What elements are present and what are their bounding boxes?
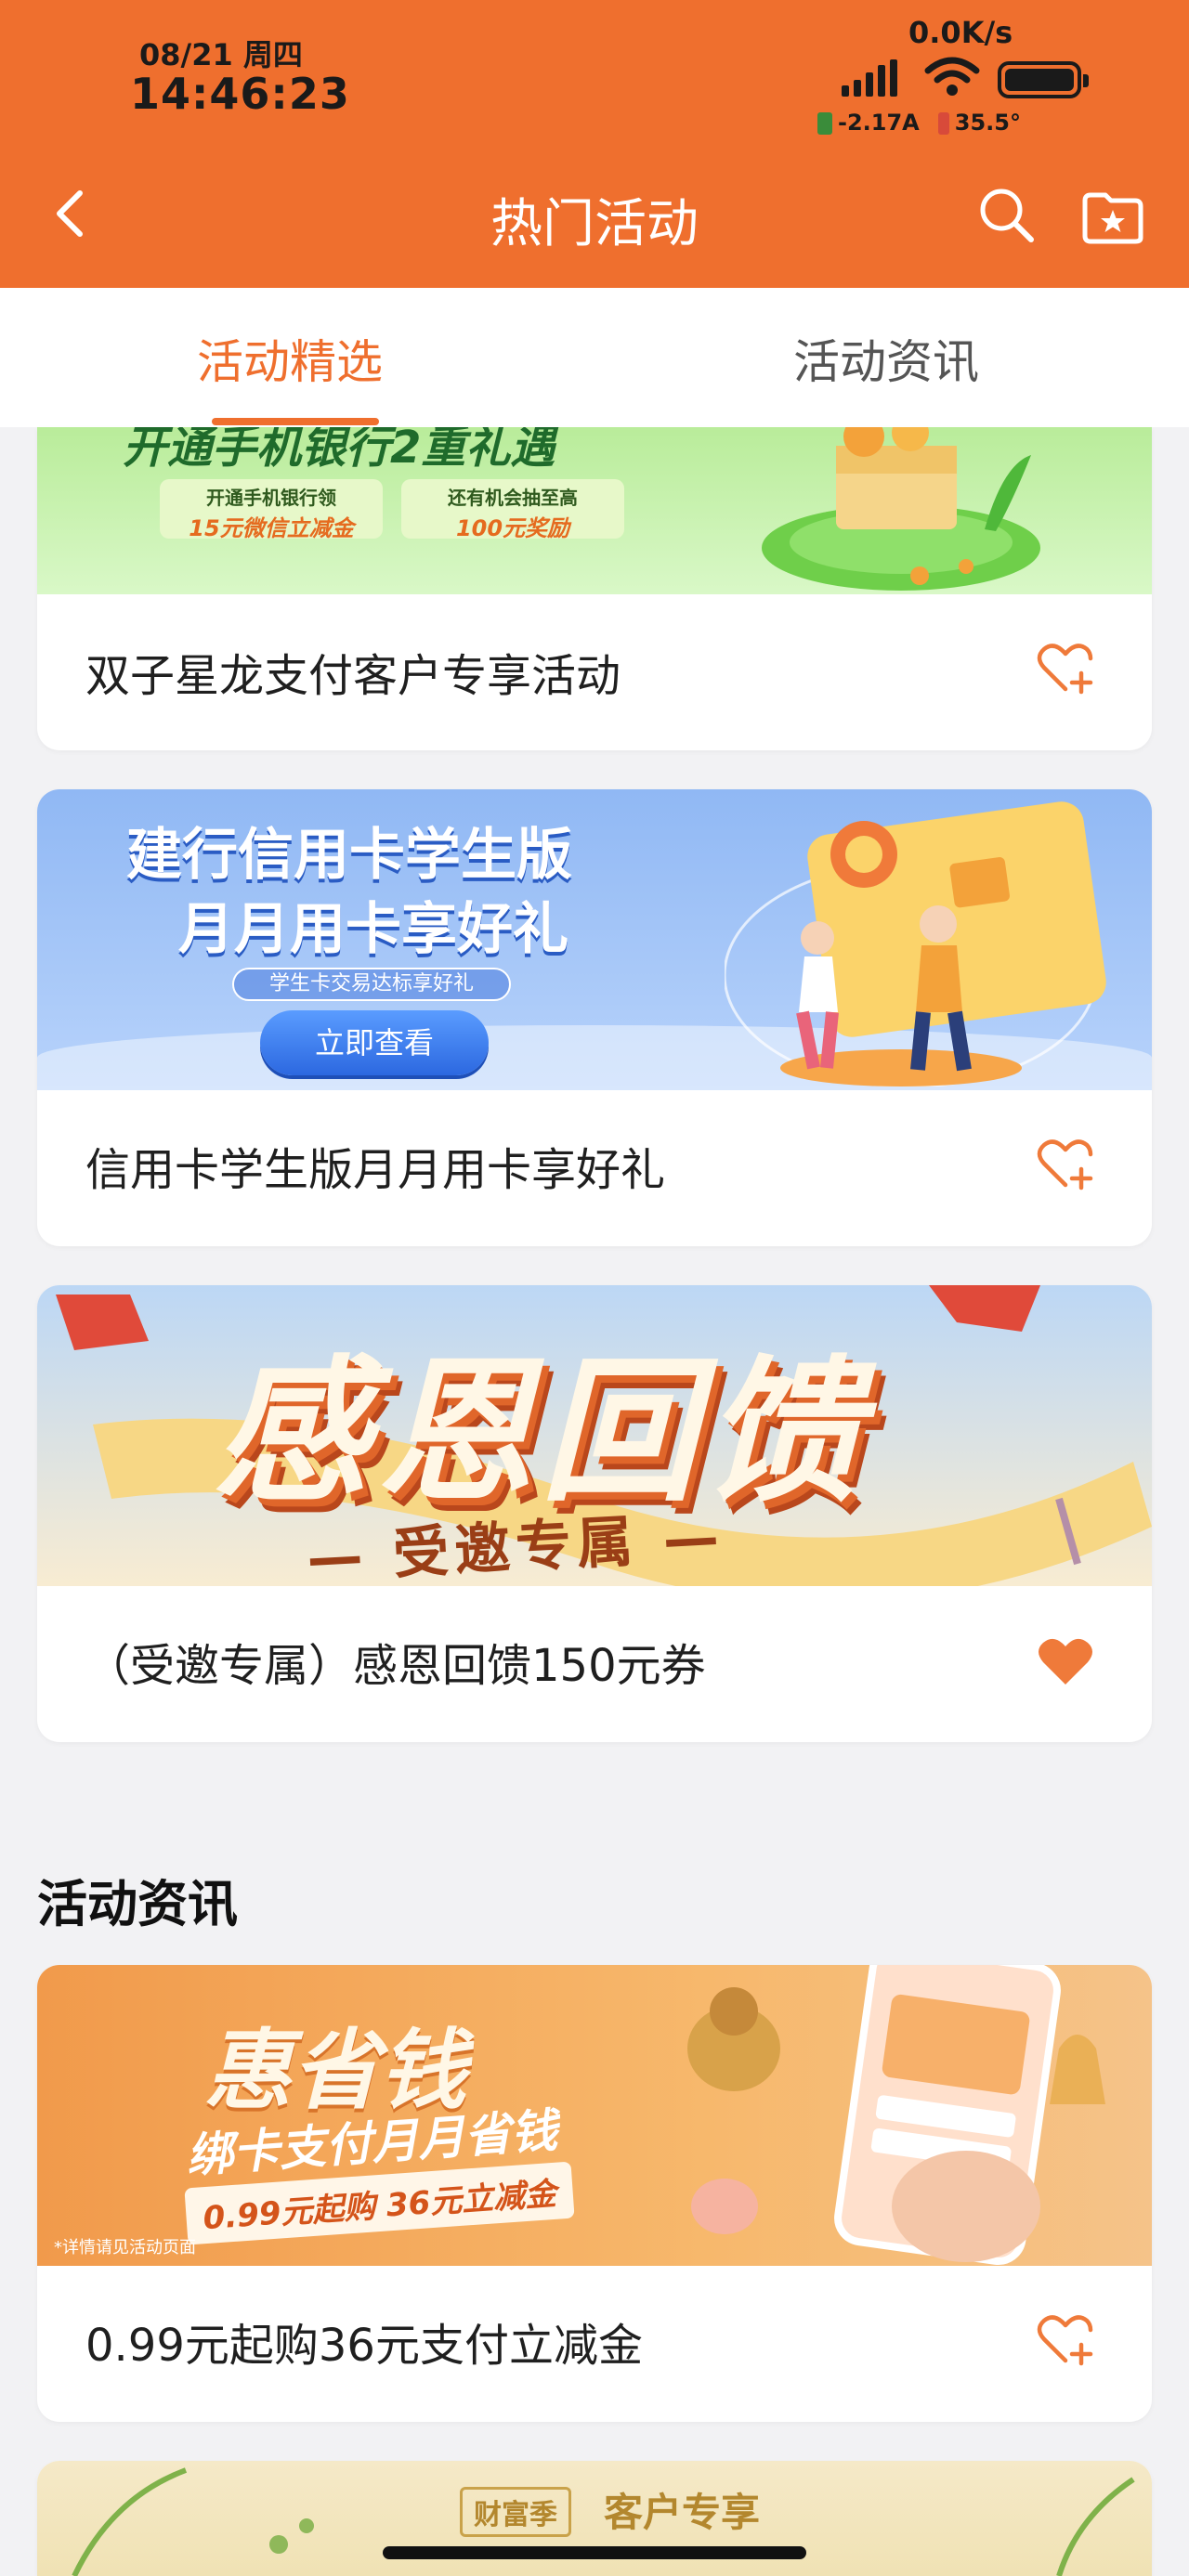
active-tab-indicator: [212, 418, 379, 425]
activity-title: （受邀专属）感恩回馈150元券: [85, 1640, 706, 1692]
battery-current: -2.17A: [817, 110, 920, 136]
home-indicator[interactable]: [383, 2546, 806, 2559]
banner-headline: 建行信用卡学生版: [126, 823, 572, 888]
favorite-outline-icon[interactable]: [1037, 1138, 1094, 1190]
news-banner: 惠省钱 绑卡支付月月省钱 0.99元起购 36元立减金 *详情请见活动页面: [37, 1965, 1152, 2266]
network-speed: 0.0K/s: [908, 15, 1013, 50]
tab-bar: 活动精选 活动资讯: [0, 288, 1189, 427]
news-card[interactable]: 惠省钱 绑卡支付月月省钱 0.99元起购 36元立减金 *详情请见活动页面 0.…: [37, 1965, 1152, 2422]
banner-promo-value: 15元微信立减金: [189, 515, 354, 541]
tab-featured[interactable]: 活动精选: [197, 325, 383, 392]
battery-small-icon: [817, 112, 832, 135]
banner-subtitle: 学生卡交易达标享好礼: [232, 968, 511, 1001]
credit-card-illustration: [725, 801, 1106, 1086]
activity-card[interactable]: 开通手机银行2重礼遇 开通手机银行领 15元微信立减金 还有机会抽至高 100元…: [37, 427, 1152, 750]
wifi-icon: [924, 57, 980, 96]
top-bar: 08/21 周四 14:46:23 0.0K/s -2.17A 35.5° 热门…: [0, 0, 1189, 288]
activity-card[interactable]: 感恩回馈 — 受邀专属 — （受邀专属）感恩回馈150元券: [37, 1285, 1152, 1742]
banner-promo-text: 开通手机银行领: [206, 487, 336, 509]
cellular-signal-icon: [842, 59, 897, 97]
tab-news[interactable]: 活动资讯: [793, 325, 979, 392]
activity-banner: 开通手机银行2重礼遇 开通手机银行领 15元微信立减金 还有机会抽至高 100元…: [37, 427, 1152, 594]
thermometer-icon: [937, 112, 949, 135]
activity-banner: 建行信用卡学生版 月月用卡享好礼 学生卡交易达标享好礼 立即查看: [37, 789, 1152, 1090]
favorite-outline-icon[interactable]: [1037, 2314, 1094, 2366]
favorite-filled-icon[interactable]: [1037, 1636, 1094, 1688]
favorite-outline-icon[interactable]: [1037, 643, 1094, 695]
favorites-folder-icon[interactable]: [1081, 189, 1144, 245]
banner-headline: 月月用卡享好礼: [178, 897, 568, 962]
status-time: 14:46:23: [130, 69, 350, 119]
phone-payment-illustration: [687, 1965, 1105, 2265]
activity-title: 双子星龙支付客户专享活动: [85, 650, 621, 702]
view-now-button[interactable]: 立即查看: [260, 1010, 489, 1075]
section-title-news: 活动资讯: [37, 1875, 238, 1933]
temperature: 35.5°: [937, 110, 1021, 136]
banner-headline: 感恩回馈: [214, 1341, 868, 1523]
gift-box-illustration: [762, 427, 1040, 591]
banner-headline: 开通手机银行2重礼遇: [123, 427, 555, 474]
search-icon[interactable]: [977, 186, 1037, 245]
news-title: 0.99元起购36元支付立减金: [85, 2320, 643, 2372]
activity-banner: 感恩回馈 — 受邀专属 —: [37, 1285, 1152, 1586]
status-extra: -2.17A 35.5°: [817, 110, 1021, 136]
banner-note: *详情请见活动页面: [54, 2238, 196, 2257]
banner-promo-text: 还有机会抽至高: [448, 487, 578, 509]
banner-promo-box: 开通手机银行领 15元微信立减金: [160, 479, 383, 541]
activity-card[interactable]: 建行信用卡学生版 月月用卡享好礼 学生卡交易达标享好礼 立即查看 信用卡学生版月…: [37, 789, 1152, 1246]
banner-promo-box: 还有机会抽至高 100元奖励: [401, 479, 624, 541]
banner-promo-value: 100元奖励: [455, 515, 570, 541]
battery-icon: [998, 61, 1089, 98]
activity-title: 信用卡学生版月月用卡享好礼: [85, 1144, 666, 1196]
